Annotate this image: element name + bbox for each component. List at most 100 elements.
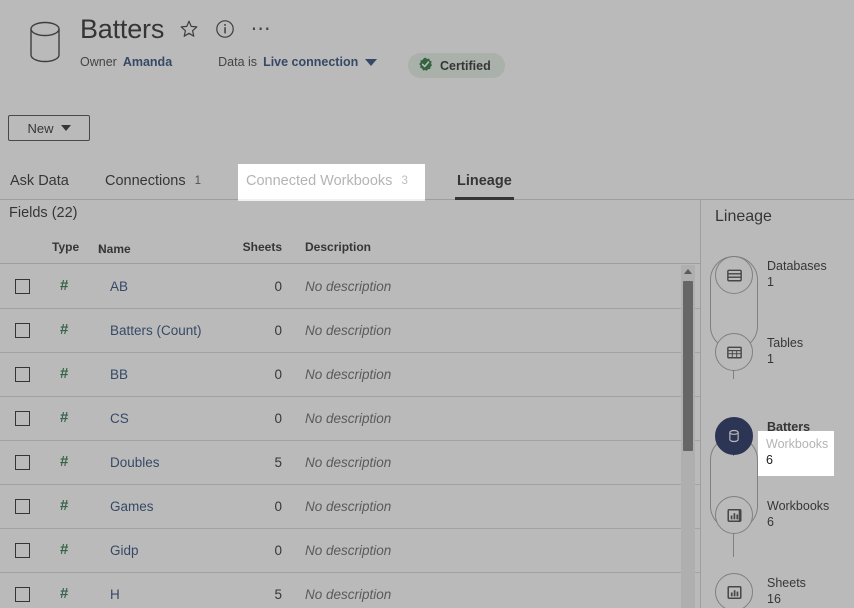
more-dots: ⋯ — [251, 24, 272, 34]
certified-label: Certified — [440, 59, 491, 73]
row-checkbox[interactable] — [15, 411, 30, 426]
field-description: No description — [305, 367, 391, 382]
tab-count: 1 — [195, 175, 201, 187]
connection-type-link[interactable]: Live connection — [263, 55, 358, 69]
table-row[interactable]: #Games0No description — [0, 485, 700, 529]
lineage-node-workbooks[interactable]: Workbooks6 — [701, 496, 854, 542]
row-checkbox[interactable] — [15, 543, 30, 558]
table-grid-icon[interactable] — [715, 333, 753, 371]
datasource-page: Batters ⋯ Owner Amanda Data is — [0, 0, 854, 608]
field-name-link[interactable]: CS — [110, 411, 129, 426]
field-description: No description — [305, 411, 391, 426]
field-type-number-icon: # — [60, 321, 68, 338]
fields-title: Fields (22) — [9, 205, 78, 221]
row-checkbox[interactable] — [15, 279, 30, 294]
field-type-number-icon: # — [60, 585, 68, 602]
lineage-title: Lineage — [715, 208, 772, 226]
owner-name-link[interactable]: Amanda — [123, 55, 172, 69]
field-name-link[interactable]: H — [110, 587, 120, 602]
tab-ask-data[interactable]: Ask Data — [8, 163, 71, 199]
lineage-node-value: 6 — [766, 453, 773, 467]
row-checkbox[interactable] — [15, 499, 30, 514]
table-row[interactable]: # Batters (Count) 0 No description — [0, 309, 700, 353]
scrollbar-thumb[interactable] — [683, 281, 693, 451]
tab-connections[interactable]: Connections 1 — [103, 163, 203, 199]
lineage-node-value: 1 — [767, 274, 827, 290]
fields-vertical-scrollbar[interactable] — [681, 265, 695, 608]
certified-badge[interactable]: Certified — [408, 53, 505, 78]
row-checkbox[interactable] — [15, 455, 30, 470]
field-sheets-count: 0 — [237, 411, 282, 426]
tab-label: Connected Workbooks — [246, 173, 392, 189]
row-checkbox[interactable] — [15, 367, 30, 382]
table-row[interactable]: # CS 0 No description — [0, 397, 700, 441]
tab-lineage[interactable]: Lineage — [455, 163, 514, 199]
new-button-label: New — [27, 121, 53, 136]
field-sheets-count: 0 — [237, 323, 282, 338]
field-name-link[interactable]: Games — [110, 499, 154, 514]
fields-panel: Fields (22) Type ↑ Name Sheets Descripti… — [0, 200, 700, 608]
chevron-down-icon[interactable] — [365, 59, 377, 66]
lineage-node-text: Workbooks6 — [767, 498, 829, 530]
highlight-workbooks-lineage-node[interactable]: Workbooks 6 — [758, 431, 834, 476]
table-row[interactable]: #H5No description — [0, 573, 700, 608]
lineage-node-databases[interactable]: Databases1 — [701, 256, 854, 302]
row-checkbox[interactable] — [15, 587, 30, 602]
row-checkbox[interactable] — [15, 323, 30, 338]
highlight-connected-workbooks-tab[interactable]: Connected Workbooks 3 — [238, 164, 425, 201]
lineage-node-value: 1 — [767, 351, 803, 367]
field-name-link[interactable]: AB — [110, 279, 128, 294]
tab-label: Ask Data — [10, 173, 69, 189]
lineage-node-tables[interactable]: Tables1 — [701, 333, 854, 379]
column-header-sheets[interactable]: Sheets — [237, 240, 282, 254]
star-icon[interactable] — [178, 18, 200, 40]
tab-label: Connections — [105, 173, 186, 189]
field-name-link[interactable]: Batters (Count) — [110, 323, 202, 338]
info-icon[interactable] — [214, 18, 236, 40]
field-description: No description — [305, 279, 391, 294]
database-cylinder-icon — [22, 16, 68, 68]
lineage-node-sheets[interactable]: Sheets16 — [701, 573, 854, 608]
field-type-number-icon: # — [60, 409, 68, 426]
lineage-panel: Lineage Databases1Tables1BattersFields 2… — [701, 200, 854, 608]
field-description: No description — [305, 455, 391, 470]
column-header-description[interactable]: Description — [305, 240, 371, 254]
lineage-node-text: Tables1 — [767, 335, 803, 367]
field-name-link[interactable]: BB — [110, 367, 128, 382]
data-is-label: Data is — [218, 55, 257, 69]
field-description: No description — [305, 323, 391, 338]
page-header: Batters ⋯ Owner Amanda Data is — [0, 0, 854, 100]
field-sheets-count: 5 — [237, 587, 282, 602]
fields-table-body: # AB 0 No description # Batters (Count) 0 No de… — [0, 265, 700, 608]
tab-bar: Ask Data Connections 1 Connected Workboo… — [0, 163, 854, 200]
scroll-up-arrow-icon[interactable] — [684, 269, 692, 274]
field-sheets-count: 0 — [237, 279, 282, 294]
field-sheets-count: 5 — [237, 455, 282, 470]
column-header-type[interactable]: Type — [52, 240, 79, 254]
table-row[interactable]: #Gidp0No description — [0, 529, 700, 573]
certified-seal-icon — [418, 57, 433, 75]
new-button[interactable]: New — [8, 115, 90, 141]
field-name-link[interactable]: Doubles — [110, 455, 160, 470]
more-options-icon[interactable]: ⋯ — [250, 18, 272, 40]
field-type-number-icon: # — [60, 541, 68, 558]
table-row[interactable]: #Doubles5No description — [0, 441, 700, 485]
lineage-node-value: 6 — [767, 514, 829, 530]
field-name-link[interactable]: Gidp — [110, 543, 139, 558]
field-sheets-count: 0 — [237, 543, 282, 558]
highlighted-node-content: Workbooks 6 — [766, 436, 834, 468]
field-type-number-icon: # — [60, 277, 68, 294]
database-cylinder-icon[interactable] — [715, 417, 753, 455]
lineage-node-value: 16 — [767, 591, 806, 607]
table-row[interactable]: # AB 0 No description — [0, 265, 700, 309]
table-column-headers: Type ↑ Name Sheets Description — [0, 238, 700, 264]
table-row[interactable]: #BB0No description — [0, 353, 700, 397]
highlighted-tab-content: Connected Workbooks 3 — [246, 173, 408, 189]
lineage-node-label: Workbooks — [766, 437, 828, 451]
lineage-node-label: Tables — [767, 335, 803, 351]
workbook-chart-icon[interactable] — [715, 496, 753, 534]
database-stack-icon[interactable] — [715, 256, 753, 294]
sheet-chart-icon[interactable] — [715, 573, 753, 608]
field-sheets-count: 0 — [237, 499, 282, 514]
column-header-name-label: Name — [98, 242, 131, 256]
